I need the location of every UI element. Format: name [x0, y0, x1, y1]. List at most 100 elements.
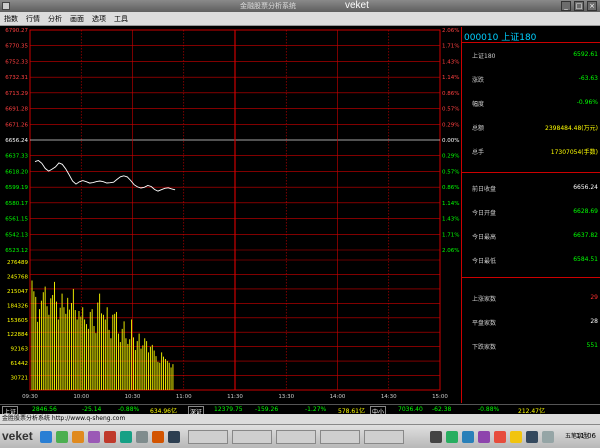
panel-row-label: 总额: [472, 125, 485, 132]
pct-tick-label: 2.06%: [442, 248, 459, 254]
alert-icon[interactable]: [494, 431, 506, 443]
clock: 11:06: [575, 432, 596, 440]
display-icon[interactable]: [542, 431, 554, 443]
power-icon[interactable]: [510, 431, 522, 443]
panel-divider: [462, 172, 600, 173]
ticker-value: -159.26: [255, 406, 279, 413]
trash-icon[interactable]: [136, 431, 148, 443]
panel-row: 幅度 -0.96%: [462, 99, 600, 109]
price-tick-label: 6770.35: [5, 44, 28, 50]
pct-tick-label: 0.86%: [442, 91, 459, 97]
menu-view[interactable]: 画面: [66, 12, 88, 25]
terminal-icon[interactable]: [72, 431, 84, 443]
task-item[interactable]: [232, 430, 272, 444]
app-icon[interactable]: [88, 431, 100, 443]
panel-row-value: -63.63: [578, 75, 598, 82]
panel-row-label: 下跌家数: [472, 344, 497, 351]
chat-icon[interactable]: [478, 431, 490, 443]
price-tick-label: 6671.26: [5, 122, 28, 128]
market-ticker: 上证 2846.56 -25.14 -0.88% 634.96亿 深证 12379.75 -1…: [0, 404, 600, 417]
volume-icon[interactable]: [446, 431, 458, 443]
panel-divider: [462, 277, 600, 278]
panel-row-value: 6628.69: [573, 208, 598, 215]
time-tick-label: 11:30: [227, 394, 243, 400]
maximize-button[interactable]: □: [574, 1, 584, 11]
network-icon[interactable]: [430, 431, 442, 443]
volume-tick-label: 215047: [7, 289, 28, 295]
ticker-value: -25.14: [82, 406, 102, 413]
volume-tick-label: 92163: [11, 347, 29, 353]
volume-tick-label: 153605: [7, 318, 28, 324]
ticker-value: 7036.40: [398, 406, 423, 413]
pct-tick-label: 0.57%: [442, 107, 459, 113]
window-titlebar[interactable]: 金融股票分析系统 veket _ □ ×: [0, 0, 600, 12]
price-tick-label: 6618.20: [5, 169, 28, 175]
pct-tick-label: 2.06%: [442, 28, 459, 34]
time-tick-label: 13:30: [278, 394, 294, 400]
ticker-value: -62.38: [432, 406, 452, 413]
pct-tick-label: 1.71%: [442, 44, 459, 50]
time-tick-label: 09:30: [22, 394, 38, 400]
pct-tick-label: 0.57%: [442, 169, 459, 175]
task-item[interactable]: [364, 430, 404, 444]
panel-divider: [462, 42, 600, 43]
files-icon[interactable]: [56, 431, 68, 443]
panel-row: 今日最低 6584.51: [462, 256, 600, 266]
price-tick-label: 6561.15: [5, 217, 28, 223]
panel-row: 涨跌 -63.63: [462, 75, 600, 85]
price-tick-label: 6691.28: [5, 107, 28, 113]
panel-row: 前日收盘 6656.24: [462, 184, 600, 194]
price-tick-label: 6732.31: [5, 75, 28, 81]
media-icon[interactable]: [104, 431, 116, 443]
window-title: 金融股票分析系统: [240, 2, 296, 10]
ticker-value: -0.88%: [478, 406, 500, 413]
window-icon[interactable]: [168, 431, 180, 443]
time-tick-label: 14:30: [381, 394, 397, 400]
pct-tick-label: 1.43%: [442, 217, 459, 223]
menu-tools[interactable]: 工具: [110, 12, 132, 25]
panel-row-value: 17307054(手数): [550, 149, 598, 156]
menu-index[interactable]: 指数: [0, 12, 22, 25]
price-line: [34, 159, 176, 192]
menu-options[interactable]: 选项: [88, 12, 110, 25]
close-button[interactable]: ×: [587, 1, 597, 11]
price-tick-label: 6656.24: [5, 138, 28, 144]
panel-row-value: 28: [590, 318, 598, 325]
panel-row-value: 2398484.48(万元): [545, 125, 598, 132]
pct-tick-label: 0.29%: [442, 154, 459, 160]
time-tick-label: 10:00: [73, 394, 89, 400]
game-icon[interactable]: [152, 431, 164, 443]
panel-row-label: 涨跌: [472, 77, 485, 84]
volume-tick-label: 184326: [7, 303, 28, 309]
menu-quotes[interactable]: 行情: [22, 12, 44, 25]
keyboard-icon[interactable]: [526, 431, 538, 443]
panel-row-label: 今日最高: [472, 234, 497, 241]
intraday-chart[interactable]: 6790.27 2.06% 6770.35 1.71% 6752.33 1.43% 6732…: [0, 27, 460, 403]
panel-row-value: 6656.24: [573, 184, 598, 191]
pct-tick-label: 1.14%: [442, 75, 459, 81]
time-tick-label: 10:30: [125, 394, 141, 400]
volume-tick-label: 122884: [7, 332, 28, 338]
panel-row-value: 6592.61: [573, 51, 598, 58]
panel-row-label: 平盘家数: [472, 320, 497, 327]
price-tick-label: 6599.19: [5, 185, 28, 191]
update-icon[interactable]: [462, 431, 474, 443]
menu-analysis[interactable]: 分析: [44, 12, 66, 25]
task-item[interactable]: [320, 430, 360, 444]
menu-bar: 指数 行情 分析 画面 选项 工具: [0, 12, 600, 26]
time-tick-label: 11:00: [176, 394, 192, 400]
task-item[interactable]: [276, 430, 316, 444]
app-icon: [2, 2, 10, 10]
panel-row: 平盘家数 28: [462, 318, 600, 328]
minimize-button[interactable]: _: [561, 1, 571, 11]
settings-icon[interactable]: [120, 431, 132, 443]
ticker-value: 12379.75: [214, 406, 243, 413]
browser-icon[interactable]: [40, 431, 52, 443]
panel-row: 总额 2398484.48(万元): [462, 123, 600, 133]
start-button[interactable]: veket: [2, 429, 33, 443]
ticker-value: 2846.56: [32, 406, 57, 413]
price-tick-label: 6790.27: [5, 28, 28, 34]
price-tick-label: 6713.29: [5, 91, 28, 97]
task-item[interactable]: [188, 430, 228, 444]
panel-row-value: 6637.82: [573, 232, 598, 239]
